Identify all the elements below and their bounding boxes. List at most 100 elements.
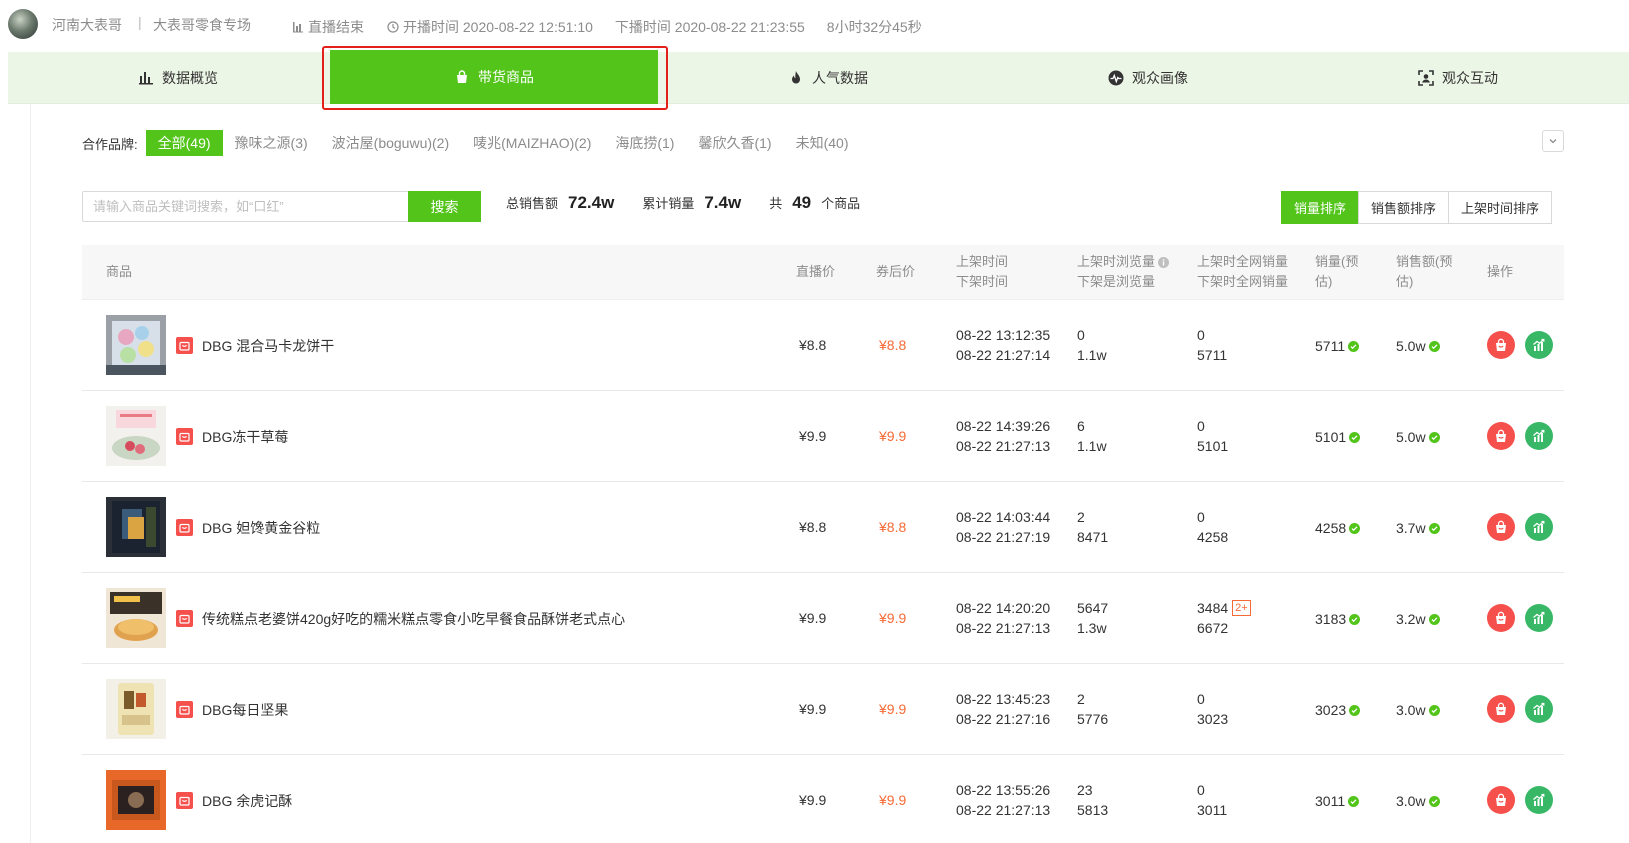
- live-header: 河南大表哥 | 大表哥零食专场 直播结束 开播时间 2020-08-22 12:…: [0, 0, 1629, 52]
- sales-value: 3011: [1315, 793, 1346, 809]
- gmv-value: 3.0w: [1396, 793, 1426, 809]
- expand-brands-button[interactable]: [1542, 130, 1564, 152]
- product-thumbnail[interactable]: [106, 315, 166, 375]
- tab-audience-profile[interactable]: 观众画像: [1038, 52, 1258, 104]
- product-thumbnail[interactable]: [106, 770, 166, 830]
- shopping-bag-icon[interactable]: [1487, 786, 1515, 814]
- col-sales[interactable]: 销量(预估): [1315, 252, 1367, 292]
- trend-chart-icon[interactable]: [1525, 331, 1553, 359]
- views: 23 5813: [1077, 780, 1108, 820]
- col-coupon-price[interactable]: 券后价: [876, 262, 915, 282]
- check-icon: [1348, 795, 1360, 807]
- delisting-time: 08-22 21:27:13: [956, 802, 1051, 818]
- brand-chip[interactable]: 全部(49): [145, 130, 223, 156]
- trend-chart-icon[interactable]: [1525, 695, 1553, 723]
- col-live-price[interactable]: 直播价: [796, 262, 835, 282]
- info-icon[interactable]: [1158, 256, 1170, 268]
- sales-cell: 3183: [1315, 609, 1361, 629]
- product-name[interactable]: DBG 混合马卡龙饼干: [202, 336, 334, 356]
- sort-by-sales-button[interactable]: 销售额排序: [1358, 191, 1450, 224]
- product-name[interactable]: DBG 余虎记酥: [202, 791, 292, 811]
- anchor-name[interactable]: 河南大表哥: [52, 15, 122, 35]
- face-scan-icon: [1418, 70, 1434, 86]
- shopping-bag-icon[interactable]: [1487, 604, 1515, 632]
- delisting-time: 08-22 21:27:13: [956, 620, 1051, 636]
- table-row[interactable]: DBG 余虎记酥 ¥9.9 ¥9.9 08-22 13:55:26 08-22 …: [82, 755, 1564, 843]
- shop-icon[interactable]: [176, 337, 193, 354]
- col-listing-time: 上架时间: [956, 254, 1009, 269]
- product-thumbnail[interactable]: [106, 497, 166, 557]
- live-price: ¥9.9: [799, 792, 827, 808]
- header-separator: |: [138, 14, 142, 30]
- col-gmv[interactable]: 销售额(预估): [1396, 252, 1462, 292]
- views-off: 8471: [1077, 529, 1109, 545]
- table-row[interactable]: DBG 妲馋黄金谷粒 ¥8.8 ¥8.8 08-22 14:03:44 08-2…: [82, 482, 1564, 573]
- shop-icon[interactable]: [176, 519, 193, 536]
- shopping-bag-icon[interactable]: [1487, 331, 1515, 359]
- check-icon: [1349, 613, 1361, 625]
- views-off: 1.1w: [1077, 347, 1107, 363]
- trend-chart-icon[interactable]: [1525, 786, 1553, 814]
- trend-chart-icon[interactable]: [1525, 604, 1553, 632]
- product-name[interactable]: DBG 妲馋黄金谷粒: [202, 518, 320, 538]
- net-sales: 0 4258: [1197, 507, 1228, 547]
- search-input[interactable]: [82, 191, 408, 222]
- shopping-bag-icon[interactable]: [1487, 695, 1515, 723]
- col-delisting-time: 下架时间: [956, 274, 1009, 289]
- brand-chip[interactable]: 豫味之源(3): [223, 130, 320, 156]
- listing-times: 08-22 14:03:44 08-22 21:27:19: [956, 507, 1050, 547]
- delisting-time: 08-22 21:27:14: [956, 347, 1051, 363]
- trend-chart-icon[interactable]: [1525, 422, 1553, 450]
- anchor-avatar[interactable]: [8, 9, 38, 39]
- table-row[interactable]: DBG冻干草莓 ¥9.9 ¥9.9 08-22 14:39:26 08-22 2…: [82, 391, 1564, 482]
- brand-chip[interactable]: 唛兆(MAIZHAO)(2): [461, 130, 603, 156]
- product-thumbnail[interactable]: [106, 406, 166, 466]
- product-name[interactable]: DBG每日坚果: [202, 700, 288, 720]
- check-icon: [1428, 613, 1440, 625]
- sales-value: 5101: [1315, 429, 1347, 445]
- sort-by-volume-button[interactable]: 销量排序: [1281, 191, 1360, 224]
- tab-products[interactable]: 带货商品: [330, 50, 658, 104]
- shop-icon[interactable]: [176, 792, 193, 809]
- tab-popularity[interactable]: 人气数据: [718, 52, 938, 104]
- views: 6 1.1w: [1077, 416, 1107, 456]
- shopping-bag-icon[interactable]: [1487, 422, 1515, 450]
- listing-time: 08-22 14:03:44: [956, 509, 1051, 525]
- brand-chip[interactable]: 波沽屋(boguwu)(2): [320, 130, 461, 156]
- listing-time: 08-22 13:12:35: [956, 327, 1051, 343]
- shop-icon[interactable]: [176, 428, 193, 445]
- product-thumbnail[interactable]: [106, 588, 166, 648]
- gmv-cell: 5.0w: [1396, 427, 1440, 447]
- brand-chip[interactable]: 海底捞(1): [603, 130, 686, 156]
- brand-chip[interactable]: 馨欣久香(1): [686, 130, 783, 156]
- table-row[interactable]: DBG每日坚果 ¥9.9 ¥9.9 08-22 13:45:23 08-22 2…: [82, 664, 1564, 755]
- check-icon: [1428, 795, 1440, 807]
- views: 0 1.1w: [1077, 325, 1107, 365]
- sales-value: 3183: [1315, 611, 1347, 627]
- listing-times: 08-22 13:12:35 08-22 21:27:14: [956, 325, 1050, 365]
- search-button[interactable]: 搜索: [408, 191, 481, 222]
- trend-chart-icon[interactable]: [1525, 513, 1553, 541]
- table-row[interactable]: 传统糕点老婆饼420g好吃的糯米糕点零食小吃早餐食品酥饼老式点心 ¥9.9 ¥9…: [82, 573, 1564, 664]
- start-time: 开播时间 2020-08-22 12:51:10: [403, 19, 593, 35]
- tab-audience-interaction[interactable]: 观众互动: [1348, 52, 1568, 104]
- live-duration: 8小时32分45秒: [826, 19, 922, 35]
- views-off: 5776: [1077, 711, 1109, 727]
- brand-chip[interactable]: 未知(40): [784, 130, 861, 156]
- product-thumbnail[interactable]: [106, 679, 166, 739]
- tab-overview[interactable]: 数据概览: [68, 52, 288, 104]
- product-name[interactable]: 传统糕点老婆饼420g好吃的糯米糕点零食小吃早餐食品酥饼老式点心: [202, 609, 625, 629]
- listing-time: 08-22 13:45:23: [956, 691, 1051, 707]
- net-sales-off: 5101: [1197, 438, 1229, 454]
- shop-icon[interactable]: [176, 610, 193, 627]
- col-net-sales-on: 上架时全网销量: [1197, 254, 1289, 269]
- product-name[interactable]: DBG冻干草莓: [202, 427, 288, 447]
- shopping-bag-icon: [457, 70, 467, 83]
- sort-by-listing-time-button[interactable]: 上架时间排序: [1448, 191, 1553, 224]
- sales-cell: 5711: [1315, 336, 1360, 356]
- shop-icon[interactable]: [176, 701, 193, 718]
- net-sales-off: 3011: [1197, 802, 1228, 818]
- product-count-suffix: 个商品: [821, 196, 861, 211]
- table-row[interactable]: DBG 混合马卡龙饼干 ¥8.8 ¥8.8 08-22 13:12:35 08-…: [82, 300, 1564, 391]
- shopping-bag-icon[interactable]: [1487, 513, 1515, 541]
